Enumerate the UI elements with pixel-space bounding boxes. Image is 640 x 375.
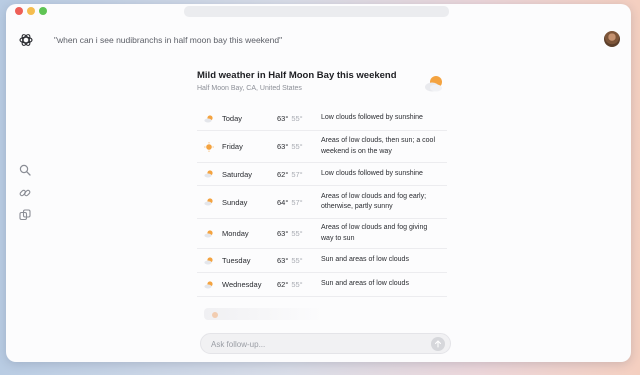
openai-logo-icon[interactable] (18, 32, 34, 48)
arrow-up-icon (434, 340, 442, 348)
partly-sunny-icon (204, 198, 213, 206)
forecast-low: 57° (291, 169, 303, 179)
partly-sunny-icon (204, 170, 213, 178)
sunny-icon (204, 141, 214, 152)
forecast-day: Wednesday (222, 280, 262, 289)
zoom-window-button[interactable] (39, 7, 47, 15)
forecast-description: Areas of low clouds and fog early; other… (321, 192, 427, 211)
forecast-table: Today 63° 55° Low clouds followed by suns… (197, 107, 447, 297)
follow-up-input[interactable] (211, 337, 411, 351)
forecast-row: Monday 63° 55° Areas of low clouds and fo… (197, 219, 447, 249)
follow-up-bar (200, 333, 451, 354)
forecast-high: 62° (277, 280, 289, 289)
forecast-day: Friday (222, 142, 243, 151)
faded-content-placeholder (204, 308, 324, 320)
forecast-low: 57° (291, 197, 303, 207)
result-header: Mild weather in Half Moon Bay this weeke… (197, 70, 444, 92)
forecast-low: 55° (291, 142, 303, 151)
forecast-row: Today 63° 55° Low clouds followed by suns… (197, 107, 447, 131)
avatar[interactable] (604, 31, 620, 47)
search-query: "when can i see nudibranchs in half moon… (54, 35, 283, 45)
partly-sunny-icon (204, 256, 213, 264)
forecast-low: 55° (291, 256, 303, 265)
result-location: Half Moon Bay, CA, United States (197, 85, 302, 92)
forecast-high: 63° (277, 256, 289, 265)
address-bar[interactable] (184, 6, 449, 17)
forecast-description: Low clouds followed by sunshine (321, 169, 423, 177)
forecast-low: 55° (291, 114, 303, 123)
forecast-high: 63° (277, 114, 289, 123)
forecast-low: 55° (291, 280, 303, 289)
forecast-high: 62° (277, 169, 289, 179)
forecast-temps: 62° 55° (277, 280, 303, 289)
forecast-temps: 63° 55° (277, 256, 303, 265)
forecast-low: 55° (291, 229, 303, 238)
copy-icon[interactable] (19, 209, 31, 221)
forecast-day: Saturday (222, 169, 253, 179)
app-window: "when can i see nudibranchs in half moon… (6, 4, 631, 362)
forecast-temps: 62° 57° (277, 170, 303, 179)
forecast-temps: 63° 55° (277, 142, 303, 151)
forecast-temps: 63° 55° (277, 114, 303, 123)
forecast-day: Today (222, 114, 243, 123)
partly-sunny-icon (204, 114, 213, 122)
partly-sunny-icon (204, 229, 213, 237)
close-window-button[interactable] (15, 7, 23, 15)
forecast-description: Areas of low clouds and fog giving way t… (321, 224, 428, 242)
forecast-high: 64° (277, 197, 289, 207)
partly-sunny-icon (204, 280, 213, 288)
forecast-row: Tuesday 63° 55° Sun and areas of low clou… (197, 249, 447, 273)
faded-icon (212, 312, 218, 318)
forecast-row: Saturday 62° 57° Low clouds followed by s… (197, 163, 447, 186)
forecast-description: Areas of low clouds, then sun; a cool we… (321, 137, 436, 155)
forecast-description: Low clouds followed by sunshine (321, 114, 423, 122)
weather-sun-cloud-icon (425, 76, 442, 92)
forecast-high: 63° (277, 142, 289, 151)
forecast-row: Friday 63° 55° Areas of low clouds, then … (197, 131, 447, 163)
result-title: Mild weather in Half Moon Bay this weeke… (197, 70, 397, 81)
forecast-row: Sunday 64° 57° Areas of low clouds and fo… (197, 186, 447, 219)
forecast-day: Tuesday (222, 256, 251, 265)
send-button[interactable] (431, 337, 445, 351)
forecast-description: Sun and areas of low clouds (321, 256, 409, 264)
forecast-description: Sun and areas of low clouds (321, 280, 409, 288)
forecast-temps: 63° 55° (277, 229, 303, 238)
search-icon[interactable] (19, 164, 31, 176)
forecast-day: Monday (222, 229, 249, 238)
forecast-day: Sunday (222, 197, 248, 207)
link-icon[interactable] (19, 187, 31, 199)
minimize-window-button[interactable] (27, 7, 35, 15)
forecast-row: Wednesday 62° 55° Sun and areas of low cl… (197, 273, 447, 297)
forecast-high: 63° (277, 229, 289, 238)
forecast-temps: 64° 57° (277, 198, 303, 207)
title-bar (6, 4, 631, 18)
